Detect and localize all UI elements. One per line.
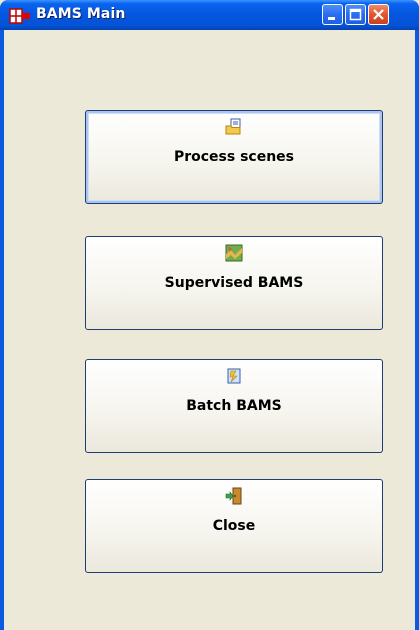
client-area: Process scenes Supervised BAMS Batch BAM… [4,30,415,630]
map-icon [225,244,243,262]
folder-document-icon [225,118,243,136]
close-button[interactable]: Close [85,479,383,573]
maximize-button[interactable] [345,4,366,25]
exit-door-icon [225,487,243,505]
title-bar[interactable]: BAMS Main [0,0,419,30]
supervised-bams-button[interactable]: Supervised BAMS [85,236,383,330]
close-icon [373,9,384,20]
minimize-button[interactable] [322,4,343,25]
app-grid-icon[interactable] [9,8,31,24]
batch-script-icon [225,367,243,385]
supervised-bams-label: Supervised BAMS [164,275,304,291]
window-title: BAMS Main [36,6,126,22]
close-label: Close [212,518,256,534]
close-window-button[interactable] [368,4,389,25]
process-scenes-button[interactable]: Process scenes [85,110,383,204]
batch-bams-button[interactable]: Batch BAMS [85,359,383,453]
batch-bams-label: Batch BAMS [186,398,282,414]
main-window: BAMS Main Process scenes Supervised BAMS… [0,0,419,630]
process-scenes-label: Process scenes [173,149,295,165]
minimize-icon [328,17,335,20]
maximize-icon [349,8,362,21]
